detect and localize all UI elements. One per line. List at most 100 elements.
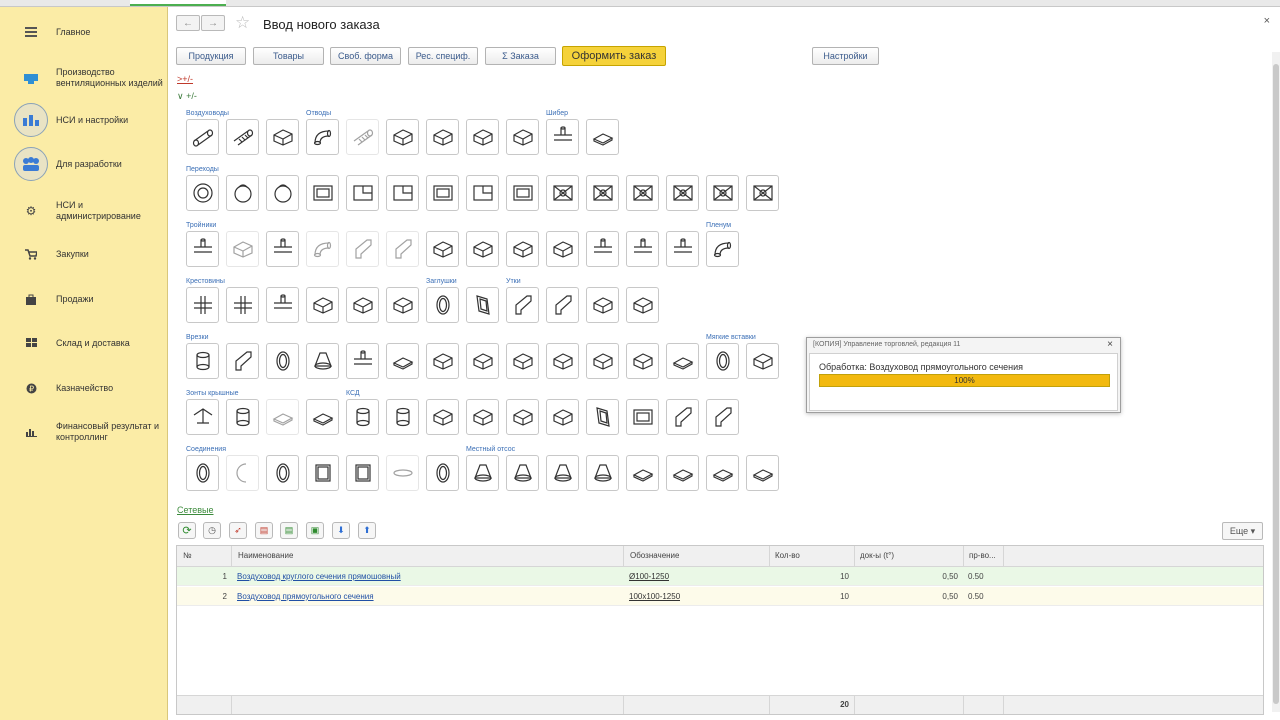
- catalog-tile[interactable]: [746, 343, 779, 379]
- catalog-tile[interactable]: [346, 399, 379, 435]
- sidebar-item-finance[interactable]: Финансовый результат и контроллинг: [0, 417, 168, 447]
- catalog-tile[interactable]: [266, 231, 299, 267]
- row-qty[interactable]: 10: [775, 587, 849, 607]
- catalog-tile[interactable]: [426, 287, 459, 323]
- move-up-button[interactable]: ⬆: [358, 522, 376, 539]
- catalog-tile[interactable]: [466, 231, 499, 267]
- catalog-tile[interactable]: [306, 119, 339, 155]
- catalog-tile[interactable]: [266, 455, 299, 491]
- catalog-tile[interactable]: [546, 343, 579, 379]
- catalog-tile[interactable]: [306, 231, 339, 267]
- sidebar-item-nsi-settings[interactable]: НСИ и настройки: [0, 103, 168, 137]
- move-down-button[interactable]: ⬇: [332, 522, 350, 539]
- catalog-tile[interactable]: [346, 343, 379, 379]
- catalog-tile[interactable]: [266, 399, 299, 435]
- catalog-tile[interactable]: [386, 119, 419, 155]
- catalog-tile[interactable]: [706, 175, 739, 211]
- catalog-tile[interactable]: [266, 343, 299, 379]
- catalog-tile[interactable]: [466, 175, 499, 211]
- catalog-tile[interactable]: [266, 175, 299, 211]
- catalog-tile[interactable]: [626, 455, 659, 491]
- catalog-tile[interactable]: [186, 399, 219, 435]
- catalog-tile[interactable]: [506, 287, 539, 323]
- catalog-tile[interactable]: [506, 455, 539, 491]
- catalog-tile[interactable]: [586, 343, 619, 379]
- catalog-tile[interactable]: [626, 399, 659, 435]
- settings-button[interactable]: Настройки: [812, 47, 879, 65]
- column-header-prod[interactable]: пр-во...: [969, 546, 996, 566]
- catalog-tile[interactable]: [586, 287, 619, 323]
- catalog-tile[interactable]: [746, 175, 779, 211]
- catalog-tile[interactable]: [426, 119, 459, 155]
- row-doc[interactable]: 0,50: [860, 587, 958, 607]
- sidebar-item-main[interactable]: Главное: [0, 21, 168, 43]
- catalog-tile[interactable]: [506, 231, 539, 267]
- catalog-tile[interactable]: [626, 175, 659, 211]
- table-row[interactable]: 2 Воздуховод прямоугольного сечения 100x…: [177, 587, 1263, 606]
- catalog-tile[interactable]: [306, 175, 339, 211]
- sidebar-item-development[interactable]: Для разработки: [0, 147, 168, 181]
- active-window-tab[interactable]: [130, 0, 226, 6]
- sidebar-item-nsi-admin[interactable]: ⚙ НСИ и администрирование: [0, 197, 168, 225]
- catalog-tile[interactable]: [506, 119, 539, 155]
- catalog-tile[interactable]: [426, 175, 459, 211]
- sidebar-item-production[interactable]: Производство вентиляционных изделий: [0, 63, 168, 93]
- catalog-tile[interactable]: [226, 455, 259, 491]
- catalog-tile[interactable]: [706, 343, 739, 379]
- dialog-close-icon[interactable]: ×: [1107, 339, 1113, 350]
- plus-minus-toggle[interactable]: ∨ +/-: [177, 91, 197, 102]
- row-code-link[interactable]: Ø100-1250: [629, 572, 669, 581]
- catalog-tile[interactable]: [546, 287, 579, 323]
- catalog-tile[interactable]: [226, 119, 259, 155]
- row-name-link[interactable]: Воздуховод круглого сечения прямошовный: [237, 572, 401, 581]
- more-menu-button[interactable]: Еще ▾: [1222, 522, 1263, 540]
- catalog-tile[interactable]: [666, 399, 699, 435]
- catalog-tile[interactable]: [226, 343, 259, 379]
- catalog-tile[interactable]: [346, 175, 379, 211]
- column-header-qty[interactable]: Кол-во: [775, 546, 800, 566]
- catalog-tile[interactable]: [386, 175, 419, 211]
- catalog-tile[interactable]: [186, 175, 219, 211]
- catalog-tile[interactable]: [506, 399, 539, 435]
- catalog-tile[interactable]: [626, 231, 659, 267]
- catalog-tile[interactable]: [746, 455, 779, 491]
- scrollbar-thumb[interactable]: [1273, 64, 1279, 704]
- row-code-link[interactable]: 100x100-1250: [629, 592, 680, 601]
- launch-button[interactable]: ➶: [229, 522, 247, 539]
- column-header-doc[interactable]: док-ы (t°): [860, 546, 894, 566]
- catalog-tile[interactable]: [426, 399, 459, 435]
- catalog-tile[interactable]: [306, 287, 339, 323]
- plus-minus-link[interactable]: >+/-: [177, 74, 193, 84]
- free-form-button[interactable]: Своб. форма: [330, 47, 401, 65]
- favorite-star-icon[interactable]: ☆: [235, 13, 250, 33]
- catalog-tile[interactable]: [386, 399, 419, 435]
- row-name[interactable]: Воздуховод круглого сечения прямошовный: [237, 567, 401, 587]
- column-header-name[interactable]: Наименование: [238, 546, 293, 566]
- catalog-tile[interactable]: [186, 287, 219, 323]
- catalog-tile[interactable]: [306, 455, 339, 491]
- catalog-tile[interactable]: [466, 119, 499, 155]
- catalog-tile[interactable]: [186, 231, 219, 267]
- catalog-tile[interactable]: [346, 287, 379, 323]
- catalog-tile[interactable]: [706, 455, 739, 491]
- place-order-button[interactable]: Оформить заказ: [562, 46, 666, 66]
- catalog-tile[interactable]: [426, 231, 459, 267]
- catalog-tile[interactable]: [586, 399, 619, 435]
- column-header-code[interactable]: Обозначение: [630, 546, 679, 566]
- vertical-scrollbar[interactable]: [1272, 52, 1280, 712]
- catalog-tile[interactable]: [266, 287, 299, 323]
- catalog-tile[interactable]: [186, 119, 219, 155]
- back-button[interactable]: ←: [176, 15, 200, 31]
- catalog-tile[interactable]: [546, 455, 579, 491]
- catalog-tile[interactable]: [466, 399, 499, 435]
- catalog-tile[interactable]: [346, 455, 379, 491]
- order-sum-button[interactable]: Σ Заказа: [485, 47, 556, 65]
- row-name[interactable]: Воздуховод прямоугольного сечения: [237, 587, 374, 607]
- network-link[interactable]: Сетевые: [177, 505, 214, 515]
- catalog-tile[interactable]: [546, 231, 579, 267]
- catalog-tile[interactable]: [626, 287, 659, 323]
- catalog-tile[interactable]: [426, 343, 459, 379]
- pdf-button[interactable]: ▤: [255, 522, 273, 539]
- catalog-tile[interactable]: [386, 231, 419, 267]
- sidebar-item-treasury[interactable]: ₽ Казначейство: [0, 378, 168, 398]
